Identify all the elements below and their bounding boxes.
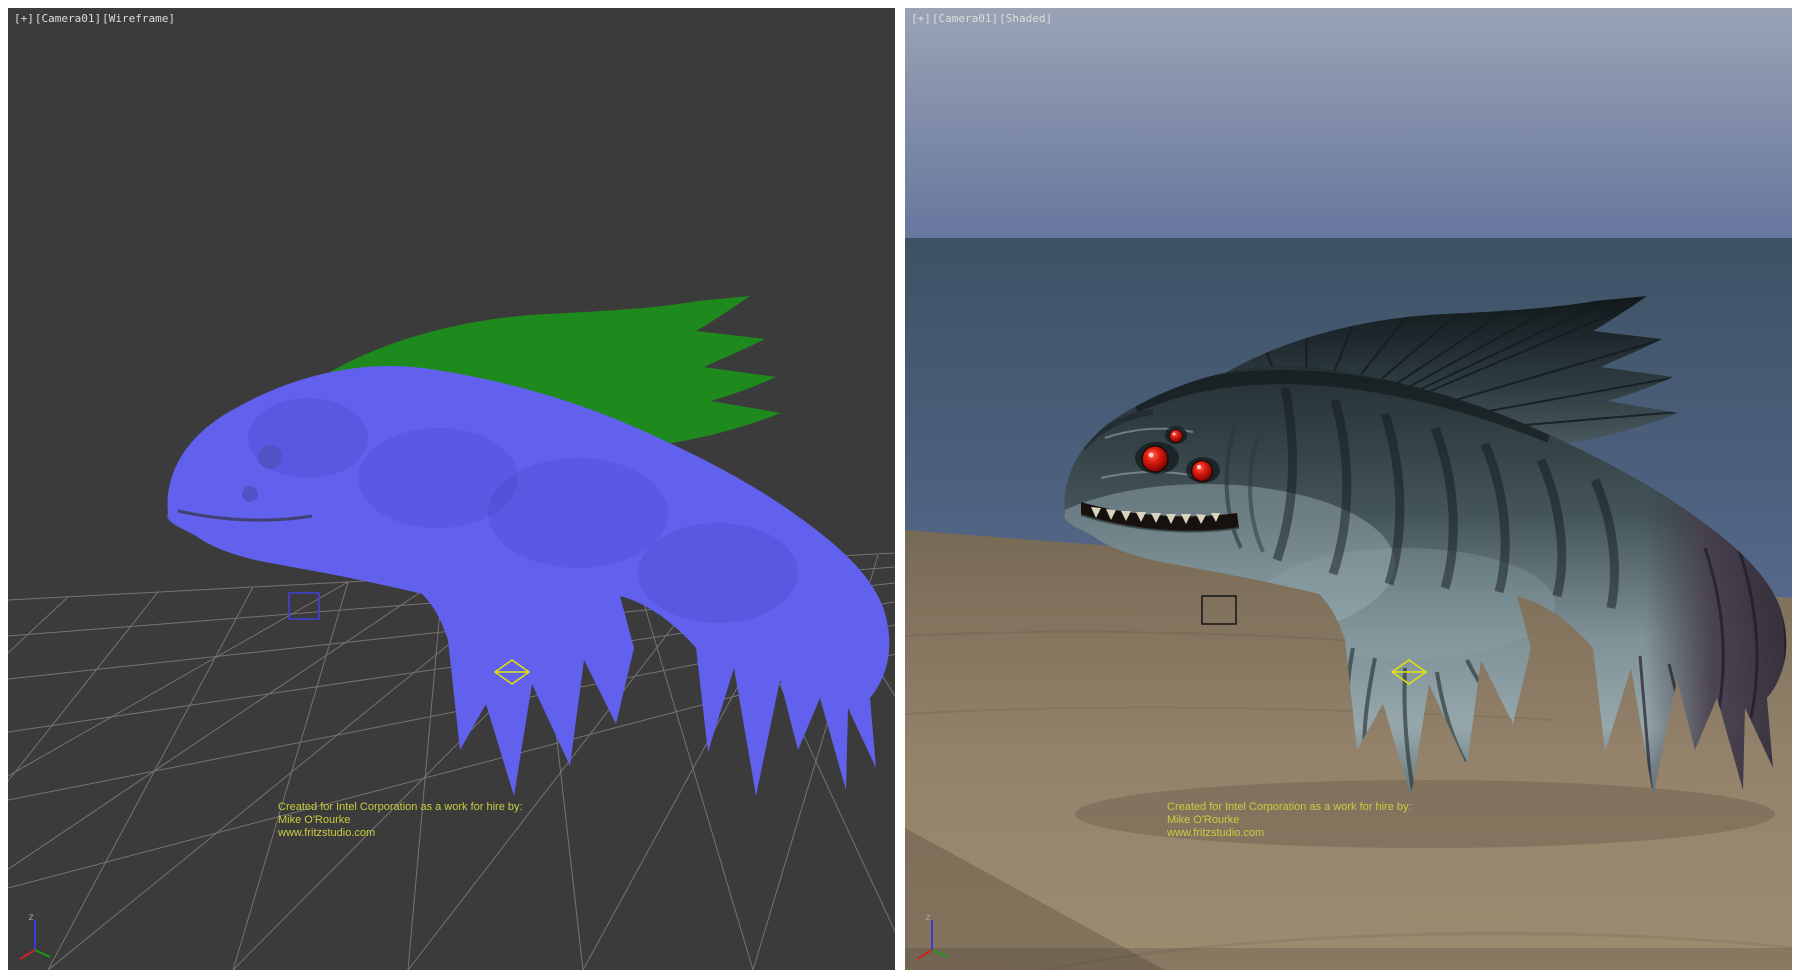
viewport-wireframe[interactable]: [+][Camera01][Wireframe] Created for Int… <box>8 8 895 970</box>
helper-box[interactable] <box>289 593 319 619</box>
viewport-label: [+][Camera01][Wireframe] <box>14 12 176 25</box>
annotation-line-1: Created for Intel Corporation as a work … <box>1167 801 1412 814</box>
annotation-text: Created for Intel Corporation as a work … <box>1167 801 1412 840</box>
world-axis-tripod: z <box>16 910 62 964</box>
sky <box>905 8 1792 240</box>
world-axis-tripod: z <box>913 910 959 964</box>
fish-eye <box>1170 430 1183 443</box>
annotation-line-3: www.fritzstudio.com <box>1167 827 1412 840</box>
axis-z-label: z <box>28 912 34 923</box>
fish-eye <box>1142 446 1168 472</box>
viewport-shaded[interactable]: [+][Camera01][Shaded] Created for Intel … <box>905 8 1792 970</box>
fish-model-wireframe[interactable] <box>167 296 889 796</box>
fish-eye-spot <box>242 486 258 502</box>
axis-z-label: z <box>925 912 931 923</box>
viewport-label: [+][Camera01][Shaded] <box>911 12 1053 25</box>
fish-eye <box>1192 461 1213 482</box>
viewport-menu-pov[interactable]: [Camera01] <box>932 12 998 25</box>
3ds-max-viewport-area: [+][Camera01][Wireframe] Created for Int… <box>0 0 1800 978</box>
annotation-line-1: Created for Intel Corporation as a work … <box>278 801 523 814</box>
annotation-text: Created for Intel Corporation as a work … <box>278 801 523 840</box>
fish-eye-spot <box>258 445 282 469</box>
viewport-menu-shading[interactable]: [Wireframe] <box>102 12 175 25</box>
viewport-menu-pov[interactable]: [Camera01] <box>35 12 101 25</box>
viewport-menu-general[interactable]: [+] <box>911 12 931 25</box>
viewport-menu-shading[interactable]: [Shaded] <box>999 12 1052 25</box>
viewport-menu-general[interactable]: [+] <box>14 12 34 25</box>
annotation-line-3: www.fritzstudio.com <box>278 827 523 840</box>
annotation-line-2: Mike O'Rourke <box>1167 814 1412 827</box>
annotation-line-2: Mike O'Rourke <box>278 814 523 827</box>
